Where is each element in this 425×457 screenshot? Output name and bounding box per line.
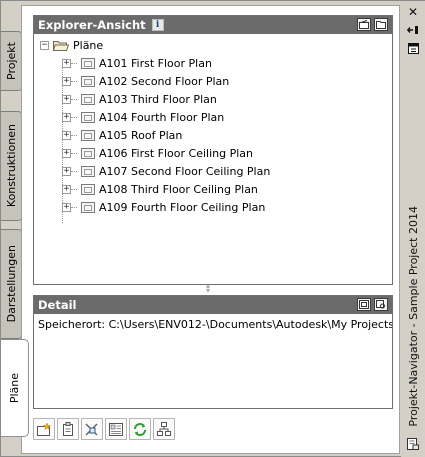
panel-splitter[interactable]: ▴ ▾	[206, 282, 210, 295]
tree-item-label: A109 Fourth Floor Ceiling Plan	[99, 200, 266, 214]
tab-plaene[interactable]: Pläne	[1, 339, 29, 437]
expand-icon[interactable]: +	[62, 112, 71, 122]
tree-connector	[71, 62, 77, 64]
sheet-tree: − Pläne + A101 First Floor Plan + A102 Seco…	[34, 34, 392, 216]
tree-root-label: Pläne	[73, 38, 104, 52]
palette-title-text: Projekt-Navigator - Sample Project 2014	[406, 205, 420, 427]
detail-header: Detail	[34, 296, 392, 314]
palette-title: Projekt-Navigator - Sample Project 2014	[404, 201, 422, 431]
detail-search-icon[interactable]	[374, 298, 388, 311]
open-sheet-view-icon[interactable]	[357, 18, 371, 31]
tree-connector	[71, 170, 77, 172]
tree-item-row[interactable]: + A109 Fourth Floor Ceiling Plan	[40, 198, 392, 216]
explorer-panel: Explorer-Ansicht i − Pläne + A101 First F…	[33, 15, 393, 285]
tree-item-label: A104 Fourth Floor Plan	[99, 110, 225, 124]
tab-darstellungen-label: Darstellungen	[5, 245, 18, 323]
sheet-icon	[81, 183, 95, 195]
collapse-icon[interactable]: −	[40, 40, 49, 50]
tree-guide-line	[62, 63, 63, 223]
palette-settings-icon[interactable]	[406, 437, 420, 451]
palette-title-strip[interactable]: ✕ Projekt-Navigator - Sample Project 201…	[401, 1, 425, 457]
tree-connector	[71, 206, 77, 208]
tree-connector	[71, 116, 77, 118]
sheet-icon	[81, 93, 95, 105]
tree-item-row[interactable]: + A106 First Floor Ceiling Plan	[40, 144, 392, 162]
sheet-icon	[81, 129, 95, 141]
tree-item-row[interactable]: + A103 Third Floor Plan	[40, 90, 392, 108]
detail-panel: Detail Speicherort: C:\Users\ENV012-\Doc…	[33, 295, 393, 409]
detail-location-text: Speicherort: C:\Users\ENV012-\Documents\…	[38, 318, 392, 331]
explorer-title: Explorer-Ansicht	[38, 18, 146, 32]
expand-icon[interactable]: +	[62, 148, 71, 158]
tree-item-row[interactable]: + A107 Second Floor Ceiling Plan	[40, 162, 392, 180]
info-icon[interactable]: i	[151, 19, 164, 31]
properties-menu-icon[interactable]	[406, 41, 420, 55]
expand-icon[interactable]: +	[62, 184, 71, 194]
detail-title: Detail	[38, 298, 77, 312]
tree-connector	[71, 98, 77, 100]
tree-item-label: A102 Second Floor Plan	[99, 74, 230, 88]
tree-item-row[interactable]: + A102 Second Floor Plan	[40, 72, 392, 90]
expand-icon[interactable]: +	[62, 166, 71, 176]
tree-item-row[interactable]: + A105 Roof Plan	[40, 126, 392, 144]
tree-connector	[71, 134, 77, 136]
tree-connector	[71, 80, 77, 82]
sheet-icon	[81, 201, 95, 213]
tree-item-row[interactable]: + A101 First Floor Plan	[40, 54, 392, 72]
expand-icon[interactable]: +	[62, 202, 71, 212]
tree-item-label: A106 First Floor Ceiling Plan	[99, 146, 253, 160]
expand-icon[interactable]: +	[62, 58, 71, 68]
expand-icon[interactable]: +	[62, 94, 71, 104]
sheet-icon	[81, 111, 95, 123]
tree-item-label: A107 Second Floor Ceiling Plan	[99, 164, 271, 178]
tree-root-row[interactable]: − Pläne	[40, 36, 392, 54]
tab-darstellungen[interactable]: Darstellungen	[1, 229, 23, 339]
tab-konstruktionen[interactable]: Konstruktionen	[1, 111, 23, 221]
bottom-toolbar	[33, 418, 175, 440]
sheet-properties-icon[interactable]	[57, 418, 79, 440]
sheet-icon	[81, 57, 95, 69]
close-icon[interactable]: ✕	[406, 5, 420, 19]
sheet-view-icon[interactable]	[105, 418, 127, 440]
tab-projekt-label: Projekt	[5, 42, 18, 80]
folder-view-icon[interactable]	[374, 18, 388, 31]
tab-plaene-label: Pläne	[8, 372, 21, 404]
sheet-set-icon[interactable]	[153, 418, 175, 440]
refresh-icon[interactable]	[129, 418, 151, 440]
tree-item-label: A105 Roof Plan	[99, 128, 183, 142]
tree-item-row[interactable]: + A104 Fourth Floor Plan	[40, 108, 392, 126]
tab-projekt[interactable]: Projekt	[1, 31, 23, 91]
explorer-header: Explorer-Ansicht i	[34, 16, 392, 34]
sheet-icon	[81, 147, 95, 159]
auto-hide-icon[interactable]	[406, 23, 420, 37]
detail-preview-icon[interactable]	[357, 298, 371, 311]
tree-item-row[interactable]: + A108 Third Floor Ceiling Plan	[40, 180, 392, 198]
expand-icon[interactable]: +	[62, 130, 71, 140]
project-navigator-palette: Projekt Konstruktionen Darstellungen Plä…	[0, 0, 425, 457]
etransmit-icon[interactable]	[81, 418, 103, 440]
tree-item-label: A108 Third Floor Ceiling Plan	[99, 182, 258, 196]
sheet-icon	[81, 75, 95, 87]
expand-icon[interactable]: +	[62, 76, 71, 86]
tree-connector	[71, 188, 77, 190]
open-folder-icon	[52, 40, 70, 51]
tab-konstruktionen-label: Konstruktionen	[5, 124, 18, 208]
tree-connector	[71, 152, 77, 154]
tree-item-label: A101 First Floor Plan	[99, 56, 212, 70]
new-sheet-icon[interactable]	[33, 418, 55, 440]
sheet-icon	[81, 165, 95, 177]
tree-item-label: A103 Third Floor Plan	[99, 92, 217, 106]
